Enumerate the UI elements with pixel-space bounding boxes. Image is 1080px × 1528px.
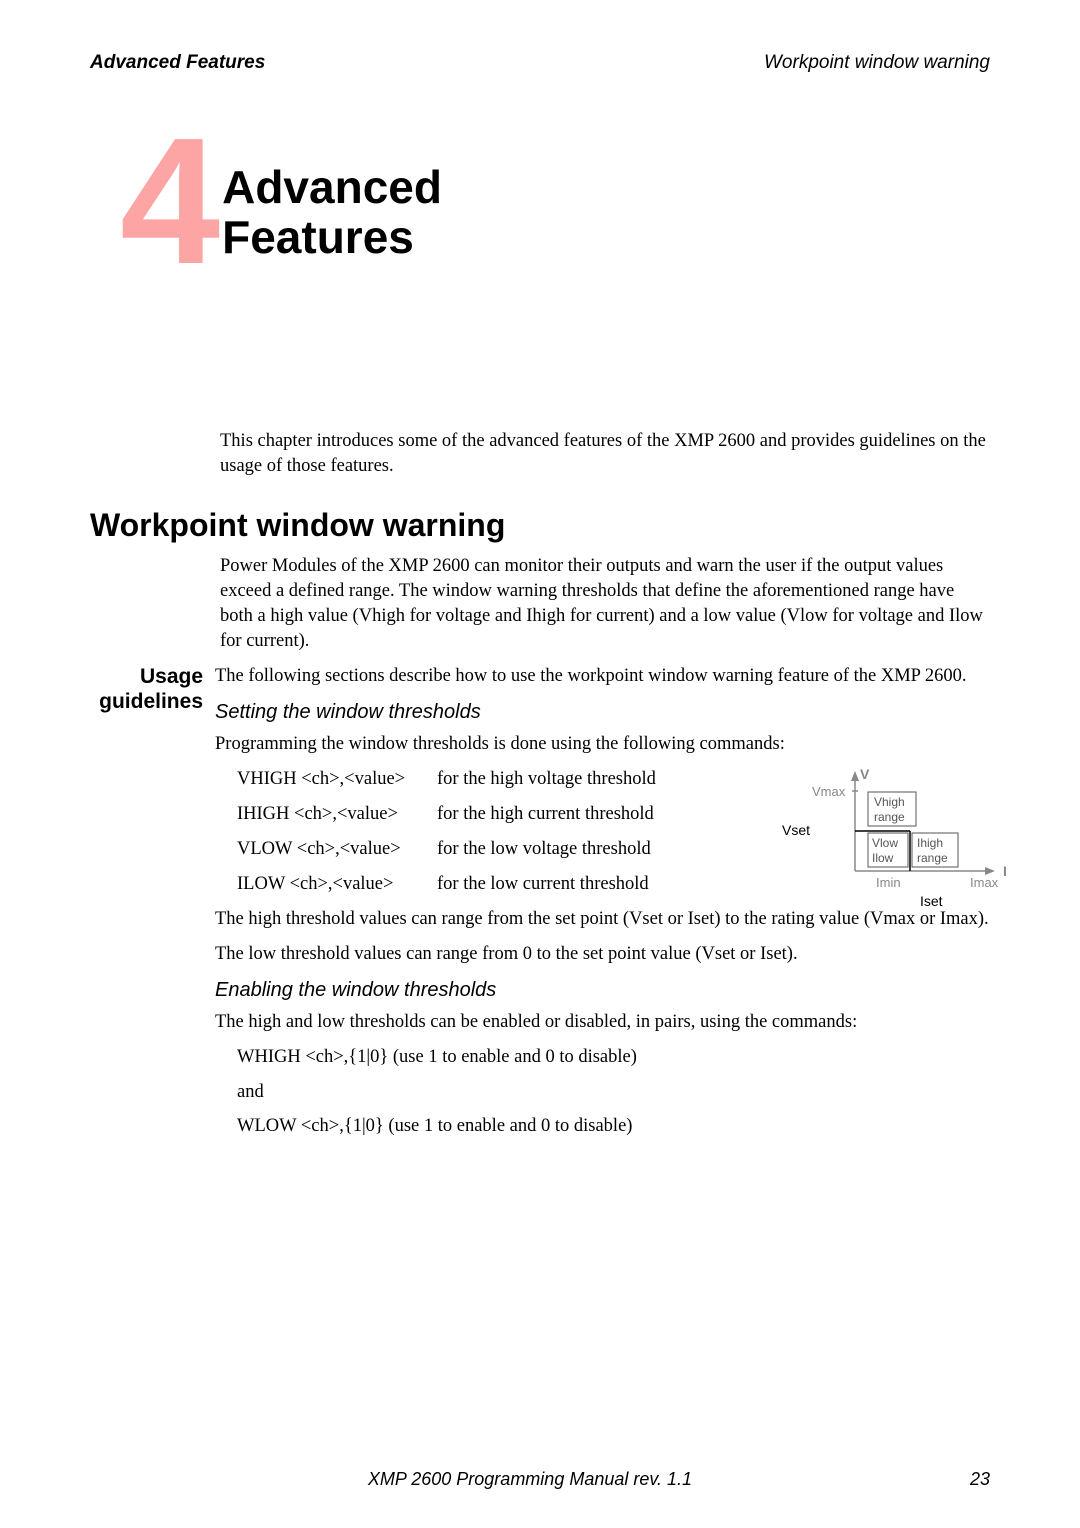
after-para2: The low threshold values can range from … [215, 942, 990, 967]
content: This chapter introduces some of the adva… [220, 429, 990, 479]
chapter-title: Advanced Features [222, 162, 442, 263]
chapter-title-line2: Features [222, 212, 442, 263]
command-desc: for the low current threshold [437, 872, 697, 897]
enable-line2: WLOW <ch>,{1|0} (use 1 to enable and 0 t… [237, 1114, 990, 1139]
setting-intro: Programming the window thresholds is don… [215, 732, 990, 757]
diagram-label-v: V [860, 766, 870, 782]
diagram-label-range1: range [874, 810, 905, 824]
command-desc: for the low voltage threshold [437, 837, 697, 862]
command-name: ILOW <ch>,<value> [237, 872, 437, 897]
command-name: IHIGH <ch>,<value> [237, 802, 437, 827]
enable-line1: WHIGH <ch>,{1|0} (use 1 to enable and 0 … [237, 1045, 990, 1070]
workpoint-para1: Power Modules of the XMP 2600 can monito… [220, 554, 990, 654]
header-right: Workpoint window warning [764, 52, 990, 74]
page: Advanced Features Workpoint window warni… [0, 0, 1080, 1528]
diagram-label-i: I [1003, 863, 1007, 879]
running-header: Advanced Features Workpoint window warni… [90, 52, 990, 74]
chapter-intro: This chapter introduces some of the adva… [220, 429, 990, 479]
command-name: VHIGH <ch>,<value> [237, 767, 437, 792]
command-desc: for the high current threshold [437, 802, 697, 827]
enable-and: and [237, 1080, 990, 1105]
diagram-label-vhigh: Vhigh [874, 795, 905, 809]
diagram-label-iset: Iset [920, 893, 943, 909]
diagram-label-imax: Imax [970, 875, 999, 890]
diagram-label-imin: Imin [876, 875, 901, 890]
footer-page-number: 23 [970, 1469, 990, 1490]
footer-center: XMP 2600 Programming Manual rev. 1.1 [368, 1469, 692, 1490]
command-desc: for the high voltage threshold [437, 767, 697, 792]
usage-guidelines-label: Usage guidelines [90, 664, 215, 1150]
section-heading-workpoint: Workpoint window warning [90, 507, 990, 544]
usage-label-l1: Usage [90, 664, 203, 689]
diagram-label-range2: range [917, 851, 948, 865]
command-name: VLOW <ch>,<value> [237, 837, 437, 862]
chapter-title-line1: Advanced [222, 162, 442, 213]
diagram-label-ihigh: Ihigh [917, 836, 943, 850]
usage-para: The following sections describe how to u… [215, 664, 990, 689]
chapter-heading: 4 Advanced Features [120, 134, 990, 269]
threshold-diagram: V I Vmax Vset Imin [760, 761, 1020, 921]
diagram-label-vmax: Vmax [812, 784, 846, 799]
chapter-number: 4 [120, 134, 214, 269]
header-left: Advanced Features [90, 52, 265, 74]
subheading-enabling-thresholds: Enabling the window thresholds [215, 977, 990, 1004]
usage-label-l2: guidelines [90, 689, 203, 714]
page-footer: XMP 2600 Programming Manual rev. 1.1 23 [90, 1469, 990, 1490]
command-block: VHIGH <ch>,<value> for the high voltage … [215, 767, 990, 897]
diagram-label-vlow: Vlow [872, 836, 898, 850]
diagram-label-ilow: Ilow [872, 851, 894, 865]
diagram-label-vset: Vset [782, 822, 810, 838]
subheading-setting-thresholds: Setting the window thresholds [215, 699, 990, 726]
enabling-intro: The high and low thresholds can be enabl… [215, 1010, 990, 1035]
